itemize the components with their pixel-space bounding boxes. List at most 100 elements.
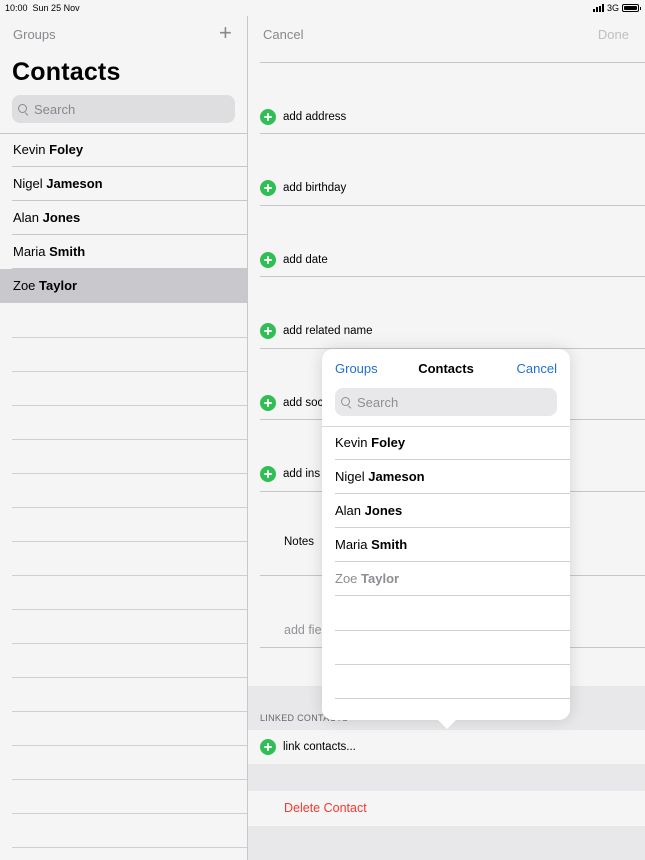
search-input[interactable]: Search xyxy=(12,95,235,123)
contact-last-name: Jameson xyxy=(368,469,425,484)
contact-first-name: Kevin xyxy=(13,142,46,157)
add-address-row[interactable]: add address xyxy=(260,109,346,125)
empty-row-separator xyxy=(12,507,247,508)
contacts-list-pane: Groups + Contacts Search Kevin Foley Nig… xyxy=(0,16,247,860)
picker-row-alan-jones[interactable]: Alan Jones xyxy=(322,494,570,528)
contact-last-name: Smith xyxy=(371,537,408,552)
contact-first-name: Maria xyxy=(13,244,46,259)
cancel-button[interactable]: Cancel xyxy=(263,27,303,42)
field-label: add birthday xyxy=(283,182,347,194)
add-icon xyxy=(260,252,276,268)
add-field-button[interactable]: add fie xyxy=(284,623,322,637)
link-contacts-row[interactable]: link contacts... xyxy=(248,730,645,764)
contact-first-name: Nigel xyxy=(335,469,365,484)
field-label: add ins xyxy=(283,468,321,480)
contact-picker-popover: Contacts Groups Cancel Search Kevin Fole… xyxy=(322,349,570,720)
contact-first-name: Nigel xyxy=(13,176,43,191)
empty-row-separator xyxy=(12,779,247,780)
empty-row-separator xyxy=(12,813,247,814)
add-icon xyxy=(260,395,276,411)
empty-row-separator xyxy=(12,677,247,678)
battery-icon xyxy=(622,4,641,12)
add-social-profile-row[interactable]: add soc xyxy=(260,395,323,411)
contact-first-name: Maria xyxy=(335,537,368,552)
add-instant-message-row[interactable]: add ins xyxy=(260,466,320,482)
contact-last-name: Taylor xyxy=(39,278,78,293)
add-icon xyxy=(260,323,276,339)
search-placeholder: Search xyxy=(34,101,76,117)
page-title: Contacts xyxy=(12,58,121,86)
empty-row-separator xyxy=(12,711,247,712)
contact-first-name: Alan xyxy=(335,503,362,518)
contact-last-name: Foley xyxy=(49,142,84,157)
empty-row-separator xyxy=(335,698,570,699)
field-separator xyxy=(260,62,645,63)
picker-row-maria-smith[interactable]: Maria Smith xyxy=(322,528,570,562)
picker-row-nigel-jameson[interactable]: Nigel Jameson xyxy=(322,460,570,494)
popover-groups-button[interactable]: Groups xyxy=(335,361,378,376)
add-date-row[interactable]: add date xyxy=(260,252,328,268)
popover-arrow xyxy=(437,719,457,729)
contact-last-name: Smith xyxy=(49,244,86,259)
contact-last-name: Jones xyxy=(42,210,81,225)
field-label: add related name xyxy=(283,325,373,337)
link-contacts-label: link contacts... xyxy=(283,741,356,753)
empty-row-separator xyxy=(12,643,247,644)
contact-row-zoe-taylor[interactable]: Zoe Taylor xyxy=(0,269,247,303)
add-icon xyxy=(260,180,276,196)
contact-last-name: Jameson xyxy=(46,176,103,191)
empty-row-separator xyxy=(12,439,247,440)
empty-row-separator xyxy=(12,337,247,338)
popover-cancel-button[interactable]: Cancel xyxy=(517,361,557,376)
search-icon xyxy=(341,396,352,408)
empty-row-separator xyxy=(335,664,570,665)
contact-row-kevin-foley[interactable]: Kevin Foley xyxy=(0,133,247,167)
picker-row-kevin-foley[interactable]: Kevin Foley xyxy=(322,426,570,460)
empty-row-separator xyxy=(12,745,247,746)
status-time: 10:00 Sun 25 Nov xyxy=(5,0,80,16)
popover-search-input[interactable]: Search xyxy=(335,388,557,416)
empty-row-separator xyxy=(12,405,247,406)
field-label: add soc xyxy=(283,397,324,409)
delete-contact-button[interactable]: Delete Contact xyxy=(284,801,367,815)
status-clock: 10:00 xyxy=(5,3,28,13)
contact-row-alan-jones[interactable]: Alan Jones xyxy=(0,201,247,235)
search-placeholder: Search xyxy=(357,394,399,410)
add-icon xyxy=(260,466,276,482)
field-separator xyxy=(260,133,645,134)
link-contacts-button[interactable]: link contacts... xyxy=(260,739,356,755)
done-button[interactable]: Done xyxy=(598,27,629,42)
groups-button[interactable]: Groups xyxy=(13,27,56,42)
contact-last-name: Foley xyxy=(371,435,406,450)
network-label: 3G xyxy=(606,3,619,13)
search-icon xyxy=(18,103,29,115)
contact-first-name: Zoe xyxy=(13,278,36,293)
contact-last-name: Taylor xyxy=(361,571,400,586)
add-icon xyxy=(260,739,276,755)
add-icon xyxy=(260,109,276,125)
empty-row-separator xyxy=(12,371,247,372)
field-label: add address xyxy=(283,111,347,123)
empty-row-separator xyxy=(12,541,247,542)
empty-row-separator xyxy=(12,609,247,610)
picker-row-zoe-taylor: Zoe Taylor xyxy=(322,562,570,596)
empty-row-separator xyxy=(335,630,570,631)
contact-first-name: Alan xyxy=(13,210,40,225)
contact-first-name: Zoe xyxy=(335,571,358,586)
status-indicators: 3G xyxy=(592,0,641,16)
add-related-name-row[interactable]: add related name xyxy=(260,323,373,339)
contact-row-nigel-jameson[interactable]: Nigel Jameson xyxy=(0,167,247,201)
empty-row-separator xyxy=(12,847,247,848)
contact-first-name: Kevin xyxy=(335,435,368,450)
status-bar: 10:00 Sun 25 Nov 3G xyxy=(0,0,645,16)
status-date: Sun 25 Nov xyxy=(32,3,80,13)
field-separator xyxy=(260,276,645,277)
notes-field[interactable]: Notes xyxy=(284,536,314,548)
add-birthday-row[interactable]: add birthday xyxy=(260,180,346,196)
empty-row-separator xyxy=(12,575,247,576)
empty-row-separator xyxy=(12,473,247,474)
add-contact-button[interactable]: + xyxy=(219,22,232,44)
contact-last-name: Jones xyxy=(364,503,403,518)
contact-row-maria-smith[interactable]: Maria Smith xyxy=(0,235,247,269)
delete-contact-row[interactable]: Delete Contact xyxy=(248,791,645,826)
